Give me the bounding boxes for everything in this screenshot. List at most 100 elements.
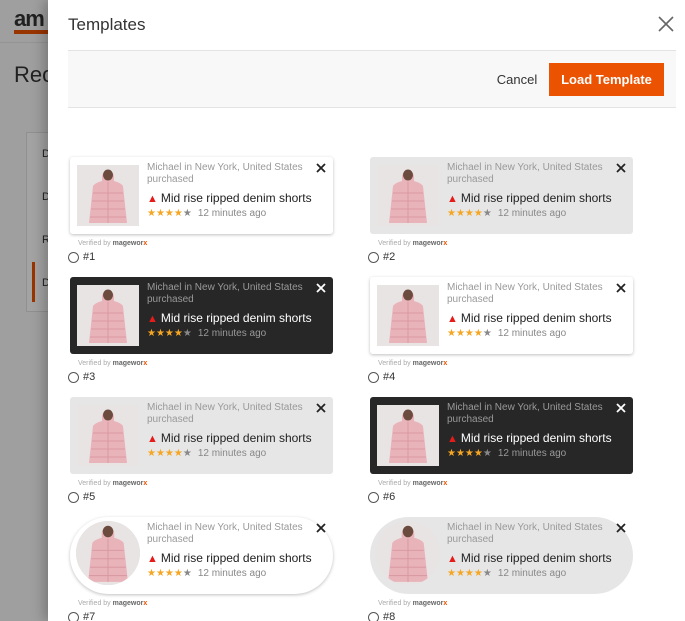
template-radio-option[interactable]: #6 — [368, 491, 395, 503]
buyer-location-text: Michael in New York, United States purch… — [447, 522, 603, 545]
notification-preview-card[interactable]: Michael in New York, United States purch… — [370, 157, 633, 234]
modal-action-bar: Cancel Load Template — [68, 50, 676, 108]
template-radio[interactable] — [368, 611, 379, 621]
template-radio[interactable] — [68, 251, 79, 263]
close-icon[interactable] — [315, 402, 327, 414]
stars-filled: ★★★★ — [447, 208, 483, 219]
close-icon[interactable] — [315, 162, 327, 174]
rating-stars: ★★★★★ 12 minutes ago — [147, 328, 266, 339]
product-name-text: Mid rise ripped denim shorts — [160, 551, 312, 565]
mageworx-logo: mageworx — [412, 480, 448, 487]
verified-by-mageworx: Verified by mageworx — [78, 240, 147, 247]
product-thumbnail — [76, 521, 140, 585]
template-option-7: Michael in New York, United States purch… — [68, 517, 333, 621]
template-option-2: Michael in New York, United States purch… — [368, 157, 633, 267]
rating-stars: ★★★★★ 12 minutes ago — [447, 568, 566, 579]
stars-filled: ★★★★ — [447, 328, 483, 339]
buyer-location-text: Michael in New York, United States purch… — [147, 522, 303, 545]
close-icon[interactable] — [315, 282, 327, 294]
stars-filled: ★★★★ — [147, 448, 183, 459]
mageworx-logo: mageworx — [412, 600, 448, 607]
stars-empty: ★ — [182, 448, 192, 459]
fire-icon: ▲ — [447, 313, 458, 325]
product-name: ▲ Mid rise ripped denim shorts — [447, 191, 612, 205]
verified-prefix: Verified by — [378, 360, 411, 367]
template-radio-option[interactable]: #1 — [68, 251, 95, 263]
product-name-text: Mid rise ripped denim shorts — [160, 311, 312, 325]
stars-filled: ★★★★ — [147, 208, 183, 219]
template-option-5: Michael in New York, United States purch… — [68, 397, 333, 507]
close-icon[interactable] — [615, 162, 627, 174]
notification-preview-card[interactable]: Michael in New York, United States purch… — [70, 157, 333, 234]
mageworx-logo-accent: x — [143, 600, 148, 607]
fire-icon: ▲ — [447, 433, 458, 445]
template-radio-option[interactable]: #7 — [68, 611, 95, 621]
fire-icon: ▲ — [147, 313, 158, 325]
product-thumbnail — [376, 521, 440, 585]
stars-empty: ★ — [182, 568, 192, 579]
verified-prefix: Verified by — [78, 480, 111, 487]
template-radio-option[interactable]: #4 — [368, 371, 395, 383]
load-template-button[interactable]: Load Template — [549, 63, 664, 96]
stars-empty: ★ — [482, 448, 492, 459]
mageworx-logo-accent: x — [143, 360, 148, 367]
verified-by-mageworx: Verified by mageworx — [378, 480, 447, 487]
notification-preview-card[interactable]: Michael in New York, United States purch… — [370, 397, 633, 474]
mageworx-logo-accent: x — [443, 600, 448, 607]
template-radio[interactable] — [368, 371, 379, 383]
notification-preview-card[interactable]: Michael in New York, United States purch… — [370, 277, 633, 354]
template-option-6: Michael in New York, United States purch… — [368, 397, 633, 507]
product-name: ▲ Mid rise ripped denim shorts — [147, 431, 312, 445]
template-radio[interactable] — [368, 251, 379, 263]
purchase-time: 12 minutes ago — [497, 568, 567, 579]
close-icon[interactable] — [615, 402, 627, 414]
template-label: #5 — [83, 491, 96, 503]
product-thumbnail — [377, 405, 439, 466]
buyer-location-text: Michael in New York, United States purch… — [147, 162, 303, 185]
product-name-text: Mid rise ripped denim shorts — [160, 431, 312, 445]
template-radio-option[interactable]: #3 — [68, 371, 95, 383]
notification-preview-card[interactable]: Michael in New York, United States purch… — [70, 277, 333, 354]
purchase-time: 12 minutes ago — [497, 448, 567, 459]
stars-empty: ★ — [482, 568, 492, 579]
template-label: #7 — [83, 611, 96, 621]
close-icon[interactable] — [615, 282, 627, 294]
close-icon[interactable] — [654, 12, 678, 36]
verified-by-mageworx: Verified by mageworx — [378, 360, 447, 367]
verified-prefix: Verified by — [78, 600, 111, 607]
mageworx-logo-accent: x — [143, 480, 148, 487]
template-radio[interactable] — [368, 491, 379, 503]
notification-preview-card[interactable]: Michael in New York, United States purch… — [370, 517, 633, 594]
notification-preview-card[interactable]: Michael in New York, United States purch… — [70, 397, 333, 474]
template-radio-option[interactable]: #8 — [368, 611, 395, 621]
buyer-location-text: Michael in New York, United States purch… — [447, 162, 603, 185]
template-radio[interactable] — [68, 611, 79, 621]
product-name-text: Mid rise ripped denim shorts — [460, 191, 612, 205]
template-label: #1 — [83, 251, 96, 263]
verified-by-mageworx: Verified by mageworx — [378, 600, 447, 607]
rating-stars: ★★★★★ 12 minutes ago — [447, 448, 566, 459]
close-icon[interactable] — [615, 522, 627, 534]
product-name: ▲ Mid rise ripped denim shorts — [147, 311, 312, 325]
purchase-time: 12 minutes ago — [197, 208, 267, 219]
product-name-text: Mid rise ripped denim shorts — [160, 191, 312, 205]
stars-filled: ★★★★ — [447, 568, 483, 579]
product-thumbnail — [77, 405, 139, 466]
template-radio[interactable] — [68, 371, 79, 383]
close-icon[interactable] — [315, 522, 327, 534]
fire-icon: ▲ — [447, 553, 458, 565]
template-radio-option[interactable]: #2 — [368, 251, 395, 263]
purchase-time: 12 minutes ago — [497, 208, 567, 219]
verified-prefix: Verified by — [78, 240, 111, 247]
fire-icon: ▲ — [447, 193, 458, 205]
stars-empty: ★ — [482, 208, 492, 219]
product-name-text: Mid rise ripped denim shorts — [460, 431, 612, 445]
notification-preview-card[interactable]: Michael in New York, United States purch… — [70, 517, 333, 594]
template-radio-option[interactable]: #5 — [68, 491, 95, 503]
buyer-location-text: Michael in New York, United States purch… — [447, 282, 603, 305]
mageworx-logo: mageworx — [112, 240, 148, 247]
template-radio[interactable] — [68, 491, 79, 503]
buyer-location-text: Michael in New York, United States purch… — [147, 282, 303, 305]
fire-icon: ▲ — [147, 553, 158, 565]
rating-stars: ★★★★★ 12 minutes ago — [447, 328, 566, 339]
